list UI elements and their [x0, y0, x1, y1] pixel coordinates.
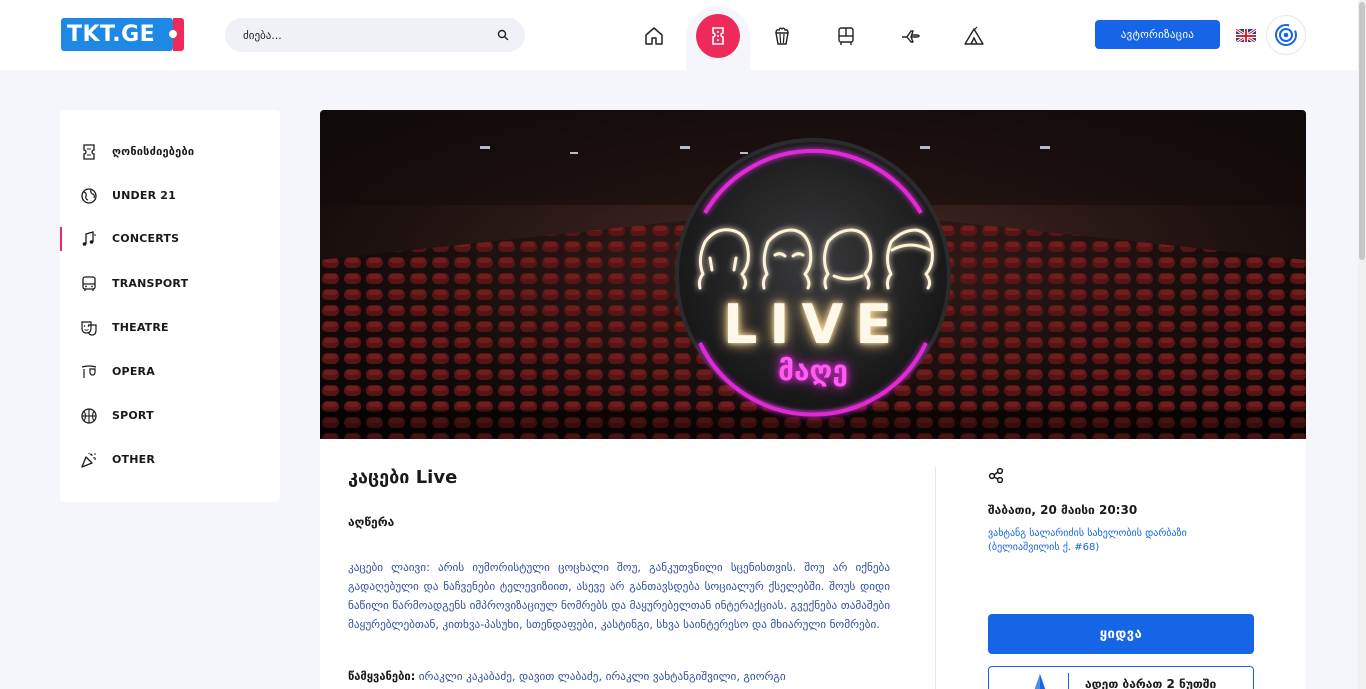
event-title: კაცები Live [348, 467, 458, 488]
nav-events-icon[interactable] [696, 14, 740, 58]
event-hosts: წამყვანები: ირაკლი კაკაბაძე, დავით ლაბაძ… [348, 668, 890, 685]
logo-text: TKT.GE [67, 22, 156, 47]
sidebar-item-other[interactable]: OTHER [60, 445, 280, 475]
logo-ticket-shape [169, 18, 184, 51]
nav-flights-plane-icon[interactable] [888, 14, 932, 58]
theatre-masks-icon [81, 321, 97, 336]
user-target-icon [1275, 24, 1297, 46]
event-venue-link[interactable]: ვახტანგ სალარიძის სახელობის დარბაზი (ბელ… [988, 527, 1238, 555]
sidebar-item-label: THEATRE [112, 321, 169, 334]
nav-cinema-popcorn-icon[interactable] [760, 14, 804, 58]
login-button[interactable]: ავტორიზაცია [1095, 20, 1220, 49]
hosts-label: წამყვანები: [348, 670, 416, 683]
description-heading: აღწერა [348, 515, 395, 529]
search-icon[interactable] [497, 29, 509, 41]
sidebar-item-label: SPORT [112, 409, 154, 422]
buy-ticket-button[interactable]: ყიდვა [988, 614, 1254, 654]
search-input[interactable] [243, 26, 483, 44]
sidebar-item-events[interactable]: ღონისძიებები [60, 137, 280, 167]
sidebar-item-under-21[interactable]: UNDER 21 [60, 181, 280, 211]
confetti-icon [81, 453, 96, 468]
nav-home-icon[interactable] [632, 14, 676, 58]
sidebar-item-label: OPERA [112, 365, 155, 378]
sidebar-item-transport[interactable]: TRANSPORT [60, 269, 280, 299]
sidebar-item-label: OTHER [112, 453, 156, 466]
hosts-names: ირაკლი კაკაბაძე, დავით ლაბაძე, ირაკლი ვა… [418, 670, 786, 683]
search-bar[interactable] [225, 18, 525, 52]
banner-sign-live: LIVE [723, 293, 905, 356]
basketball-icon [81, 408, 97, 424]
promo-banner[interactable]: ადეთ ბარათ 2 ნუთში [988, 666, 1254, 689]
sidebar-item-label: UNDER 21 [112, 189, 176, 202]
sidebar-item-theatre[interactable]: THEATRE [60, 313, 280, 343]
sidebar-item-label: ღონისძიებები [112, 145, 195, 158]
banner-sign-sub: მაღე [778, 354, 848, 387]
nav-camping-tent-icon[interactable] [952, 14, 996, 58]
sidebar-item-sport[interactable]: SPORT [60, 401, 280, 431]
globe-icon [81, 188, 97, 204]
ticket-icon [83, 144, 95, 160]
sidebar-item-label: TRANSPORT [112, 277, 189, 290]
column-divider [935, 467, 936, 689]
sail-logo-icon [1034, 674, 1046, 689]
event-description: კაცები ლაივი: არის იუმორისტული ცოცხალი შ… [348, 561, 890, 631]
scrollbar-thumb[interactable] [1359, 2, 1365, 260]
share-icon[interactable] [988, 467, 1004, 483]
music-icon [82, 231, 96, 246]
event-date: შაბათი, 20 მაისი 20:30 [988, 503, 1138, 517]
profile-button[interactable] [1266, 15, 1306, 55]
sidebar-item-opera[interactable]: OPERA [60, 357, 280, 387]
sidebar-item-label: CONCERTS [112, 232, 180, 245]
nav-transport-bus-icon[interactable] [824, 14, 868, 58]
bus-icon [82, 276, 96, 291]
language-uk-flag-icon[interactable] [1236, 28, 1256, 42]
event-banner-image: LIVE მაღე [320, 110, 1306, 439]
opera-icon [81, 365, 97, 378]
site-logo[interactable]: TKT.GE [61, 18, 184, 51]
promo-text: ადეთ ბარათ 2 ნუთში [1085, 677, 1217, 689]
category-sidebar: ღონისძიებები UNDER 21 CONCERTS TRANSPORT… [60, 110, 280, 502]
sidebar-item-concerts[interactable]: CONCERTS [60, 224, 280, 254]
